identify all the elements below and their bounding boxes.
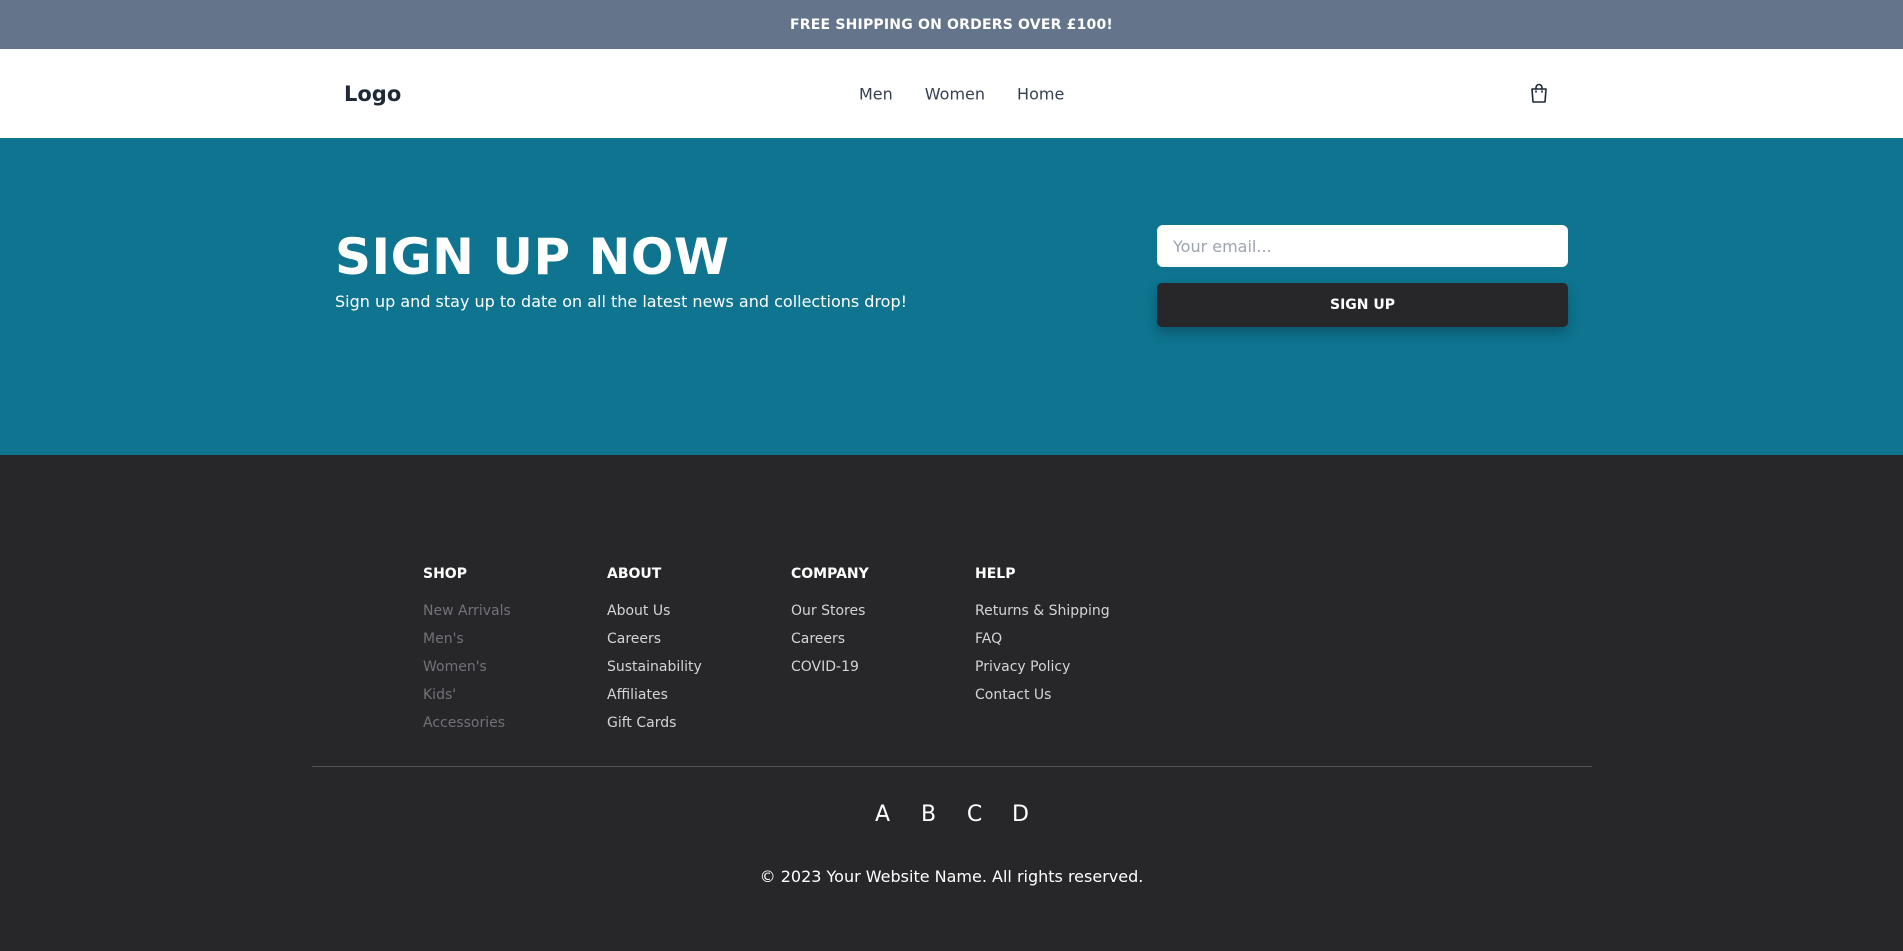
footer-link[interactable]: FAQ (975, 631, 1002, 647)
footer-link[interactable]: Our Stores (791, 603, 865, 619)
footer-link[interactable]: Gift Cards (607, 715, 676, 731)
footer-column-shop: SHOP New Arrivals Men's Women's Kids' Ac… (423, 566, 511, 742)
footer-heading: ABOUT (607, 566, 662, 582)
social-link-d[interactable]: D (1012, 802, 1030, 827)
promo-bar: FREE SHIPPING ON ORDERS OVER £100! (0, 0, 1903, 49)
footer-link[interactable]: COVID-19 (791, 659, 859, 675)
footer-heading: COMPANY (791, 566, 869, 582)
footer-link[interactable]: Careers (607, 631, 661, 647)
footer-link[interactable]: About Us (607, 603, 670, 619)
email-input[interactable] (1157, 225, 1568, 267)
footer-column-help: HELP Returns & Shipping FAQ Privacy Poli… (975, 566, 1110, 714)
social-link-c[interactable]: C (966, 802, 984, 827)
footer-link[interactable]: Affiliates (607, 687, 668, 703)
footer: SHOP New Arrivals Men's Women's Kids' Ac… (0, 455, 1903, 951)
copyright: © 2023 Your Website Name. All rights res… (759, 867, 1144, 886)
navbar: Logo Men Women Home (0, 49, 1903, 138)
footer-link[interactable]: Careers (791, 631, 845, 647)
social-links: A B C D (0, 802, 1903, 827)
signup-section: SIGN UP NOW Sign up and stay up to date … (0, 138, 1903, 455)
footer-link[interactable]: Women's (423, 659, 487, 675)
footer-link[interactable]: Contact Us (975, 687, 1051, 703)
footer-column-company: COMPANY Our Stores Careers COVID-19 (791, 566, 869, 686)
social-link-a[interactable]: A (874, 802, 892, 827)
footer-link[interactable]: Sustainability (607, 659, 702, 675)
footer-link[interactable]: Accessories (423, 715, 505, 731)
signup-subtitle: Sign up and stay up to date on all the l… (335, 292, 908, 311)
footer-heading: SHOP (423, 566, 467, 582)
footer-link[interactable]: Kids' (423, 687, 456, 703)
footer-link[interactable]: Men's (423, 631, 464, 647)
footer-divider (312, 766, 1592, 767)
logo[interactable]: Logo (344, 82, 401, 106)
nav-link-men[interactable]: Men (859, 84, 893, 103)
footer-heading: HELP (975, 566, 1016, 582)
footer-link[interactable]: New Arrivals (423, 603, 511, 619)
promo-text: FREE SHIPPING ON ORDERS OVER £100! (790, 16, 1113, 33)
shopping-bag-icon[interactable] (1527, 82, 1551, 106)
signup-title: SIGN UP NOW (335, 228, 730, 286)
footer-link[interactable]: Privacy Policy (975, 659, 1070, 675)
signup-button[interactable]: SIGN UP (1157, 283, 1568, 327)
footer-column-about: ABOUT About Us Careers Sustainability Af… (607, 566, 702, 742)
nav-link-women[interactable]: Women (925, 84, 985, 103)
social-link-b[interactable]: B (920, 802, 938, 827)
nav-links: Men Women Home (859, 84, 1064, 103)
nav-link-home[interactable]: Home (1017, 84, 1064, 103)
footer-link[interactable]: Returns & Shipping (975, 603, 1110, 619)
